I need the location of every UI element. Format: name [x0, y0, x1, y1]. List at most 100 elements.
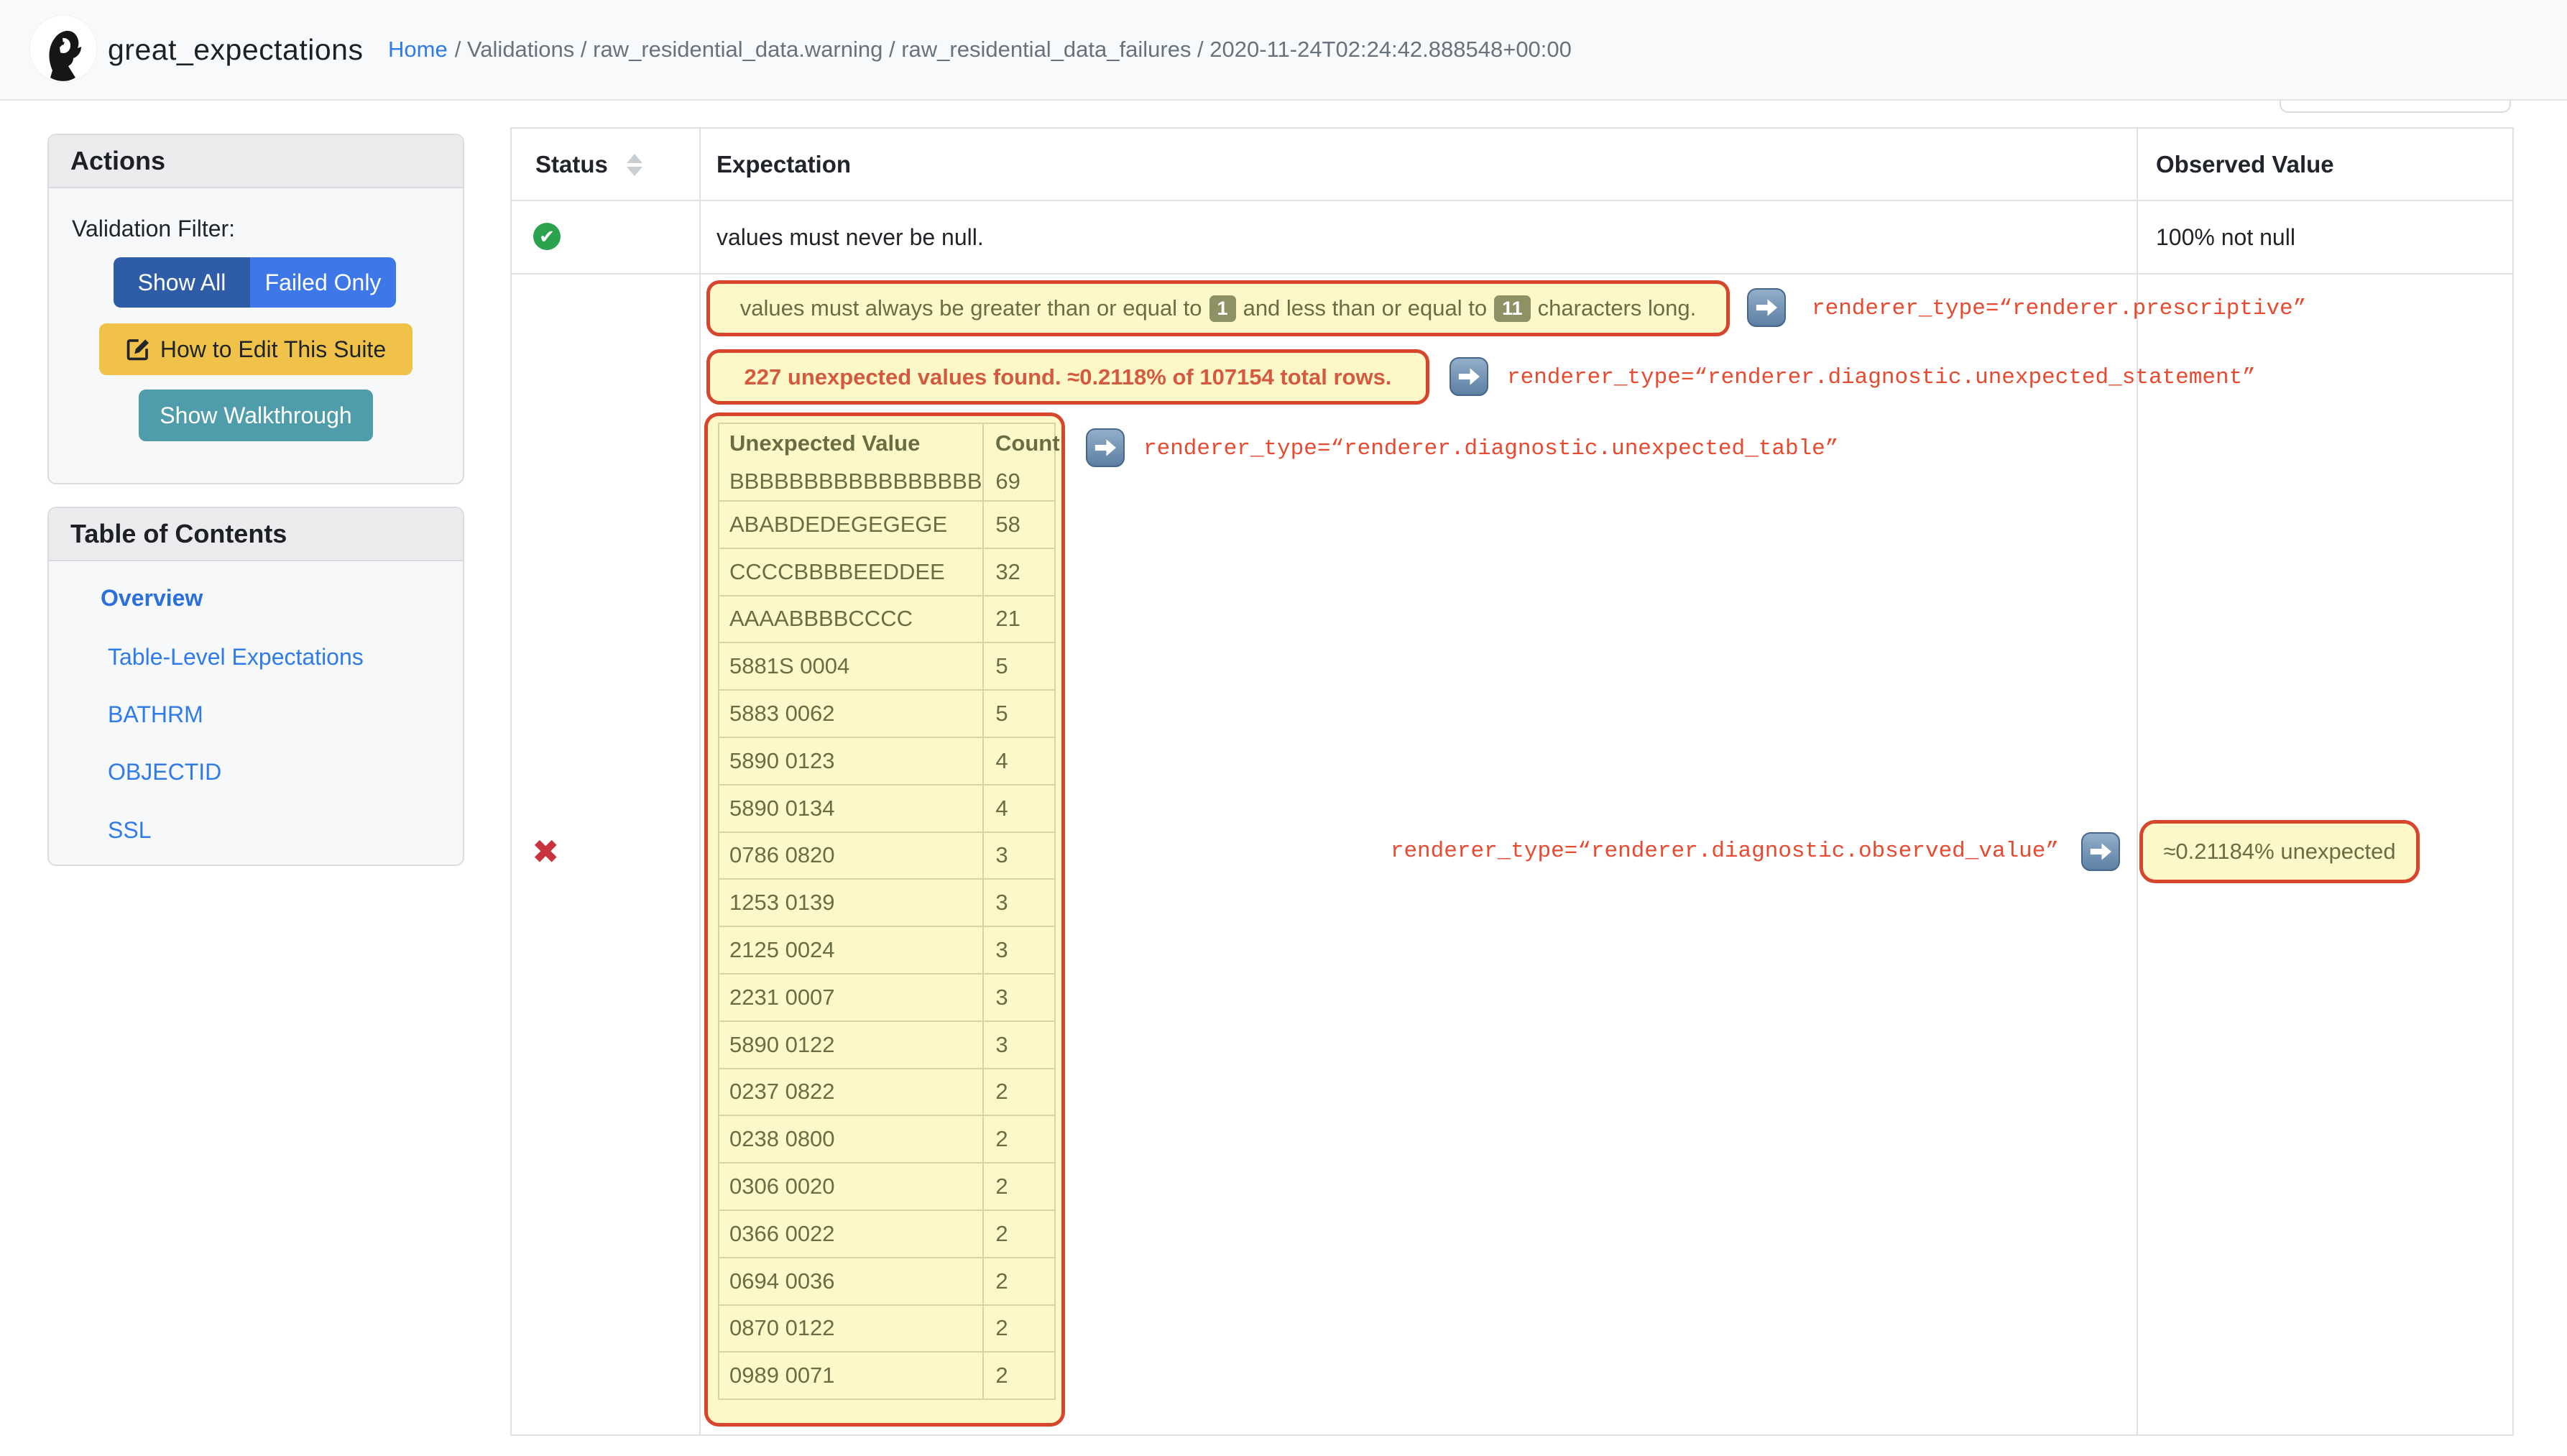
toc-item-overview[interactable]: Overview [101, 584, 203, 612]
unexpected-value-cell: 5890 0123 [729, 747, 835, 773]
unexpected-value-cell: 2231 0007 [729, 984, 835, 1010]
toc-item-table-level-expectations[interactable]: Table-Level Expectations [108, 642, 364, 671]
breadcrumb: Home / Validations / raw_residential_dat… [388, 0, 1572, 99]
unexpected-value-cell: 0238 0800 [729, 1126, 835, 1152]
count-cell: 58 [982, 502, 1054, 548]
unexpected-value-cell: 0366 0022 [729, 1220, 835, 1246]
prescriptive-callout: values must always be greater than or eq… [706, 280, 1730, 336]
count-cell: 4 [982, 737, 1054, 784]
great-expectations-logo[interactable] [29, 14, 98, 83]
table-row: 0366 0022 2 [719, 1209, 1054, 1257]
right-arrow-icon [1747, 288, 1786, 327]
unexpected-value-cell: 0237 0822 [729, 1079, 835, 1105]
count-cell: 2 [982, 1069, 1054, 1115]
breadcrumb-path: / Validations / raw_residential_data.war… [454, 37, 1572, 62]
count-cell: 2 [982, 1305, 1054, 1352]
portrait-logo-icon [29, 14, 98, 83]
table-border-bottom [510, 1434, 2514, 1436]
show-all-button[interactable]: Show All [114, 257, 250, 308]
toc-item-bathrm[interactable]: BATHRM [108, 700, 203, 729]
toc-item-objectid[interactable]: OBJECTID [108, 757, 221, 786]
unexpected-values-table-body: BBBBBBBBBBBBBBBBB 69 ABABDEDEGEGEGE 58 CCCCB… [719, 462, 1054, 1399]
show-walkthrough-button[interactable]: Show Walkthrough [139, 390, 373, 441]
unexpected-value-cell: 0786 0820 [729, 842, 835, 868]
column-header-observed-value: Observed Value [2156, 151, 2334, 178]
count-cell: 3 [982, 927, 1054, 973]
unexpected-value-cell: 0870 0122 [729, 1315, 835, 1341]
table-row: 2125 0024 3 [719, 926, 1054, 973]
unexpected-value-cell: AAAABBBBCCCC [729, 606, 913, 632]
failed-only-button[interactable]: Failed Only [250, 257, 396, 308]
validation-result-page: great_expectations Home / Validations / … [0, 0, 2567, 1456]
validation-filter-label: Validation Filter: [72, 216, 236, 241]
expectation-text-passed: values must never be null. [716, 224, 984, 250]
unexpected-value-cell: 0989 0071 [729, 1363, 835, 1388]
observed-column-border [2137, 127, 2138, 1436]
count-column-header: Count [982, 424, 1060, 462]
unexpected-value-cell: 0306 0020 [729, 1174, 835, 1199]
site-title: great_expectations [108, 32, 364, 66]
observed-value-callout: ≈0.21184% unexpected [2139, 820, 2420, 883]
edit-suite-button[interactable]: How to Edit This Suite [99, 323, 413, 375]
count-cell: 2 [982, 1258, 1054, 1304]
renderer-label-prescriptive: renderer_type=“renderer.prescriptive” [1812, 296, 2307, 321]
unexpected-statement-callout: 227 unexpected values found. ≈0.2118% of… [706, 349, 1429, 405]
count-cell: 3 [982, 1021, 1054, 1068]
count-cell: 3 [982, 832, 1054, 879]
count-cell: 2 [982, 1353, 1054, 1399]
column-header-expectation: Expectation [716, 151, 852, 178]
right-arrow-icon [1086, 428, 1125, 467]
table-row: 5890 0122 3 [719, 1020, 1054, 1068]
table-row: 2231 0007 3 [719, 972, 1054, 1020]
breadcrumb-home-link[interactable]: Home [388, 37, 448, 63]
unexpected-value-cell: 0694 0036 [729, 1268, 835, 1294]
min-length-badge: 1 [1209, 295, 1236, 322]
toc-title: Table of Contents [49, 508, 463, 561]
table-row: AAAABBBBCCCC 21 [719, 594, 1054, 642]
renderer-label-observed-value: renderer_type=“renderer.diagnostic.obser… [1390, 839, 2059, 864]
table-row: 0694 0036 2 [719, 1256, 1054, 1304]
count-cell: 5 [982, 691, 1054, 737]
count-cell: 3 [982, 880, 1054, 926]
failure-x-icon: ✖ [532, 833, 560, 870]
max-length-badge: 11 [1494, 295, 1531, 322]
toc-item-ssl[interactable]: SSL [108, 816, 151, 844]
count-cell: 2 [982, 1164, 1054, 1210]
unexpected-value-cell: CCCCBBBBEEDDEE [729, 558, 945, 584]
unexpected-value-cell: 5890 0122 [729, 1031, 835, 1057]
table-row: 0237 0822 2 [719, 1067, 1054, 1115]
unexpected-value-column-header: Unexpected Value [729, 430, 921, 456]
unexpected-value-cell: BBBBBBBBBBBBBBBBB [729, 468, 982, 494]
unexpected-value-cell: 5883 0062 [729, 701, 835, 727]
count-cell: 32 [982, 548, 1054, 595]
count-cell: 3 [982, 974, 1054, 1020]
count-cell: 5 [982, 643, 1054, 690]
table-border-right [2512, 127, 2514, 1436]
unexpected-values-callout: Unexpected Value Count BBBBBBBBBBBBBBBBB… [704, 413, 1065, 1427]
table-row: CCCCBBBBEEDDEE 32 [719, 547, 1054, 595]
table-of-contents-panel: Table of Contents [47, 507, 464, 866]
table-row: 5890 0134 4 [719, 783, 1054, 831]
right-arrow-icon [1450, 357, 1488, 396]
scrolled-off-button[interactable] [2280, 101, 2511, 113]
edit-suite-label: How to Edit This Suite [160, 336, 387, 362]
table-row: 0238 0800 2 [719, 1115, 1054, 1163]
count-cell: 69 [982, 462, 1054, 500]
renderer-label-unexpected-statement: renderer_type=“renderer.diagnostic.unexp… [1507, 365, 2256, 390]
table-row-border [510, 273, 2514, 275]
unexpected-values-table: Unexpected Value Count BBBBBBBBBBBBBBBBB… [718, 423, 1060, 1401]
table-row: 0989 0071 2 [719, 1351, 1054, 1399]
column-header-status[interactable]: Status [535, 151, 642, 178]
count-cell: 2 [982, 1210, 1054, 1257]
table-border-top [510, 127, 2514, 129]
status-column-border [699, 127, 701, 1436]
table-row: BBBBBBBBBBBBBBBBB 69 [719, 462, 1054, 500]
table-row: 1253 0139 3 [719, 878, 1054, 926]
table-border-left [510, 127, 512, 1436]
table-row: 5881S 0004 5 [719, 642, 1054, 690]
unexpected-value-cell: 5890 0134 [729, 795, 835, 821]
table-header-border [510, 200, 2514, 201]
unexpected-value-cell: 5881S 0004 [729, 653, 850, 679]
sort-icon[interactable] [626, 153, 642, 176]
actions-panel-title: Actions [49, 135, 463, 188]
